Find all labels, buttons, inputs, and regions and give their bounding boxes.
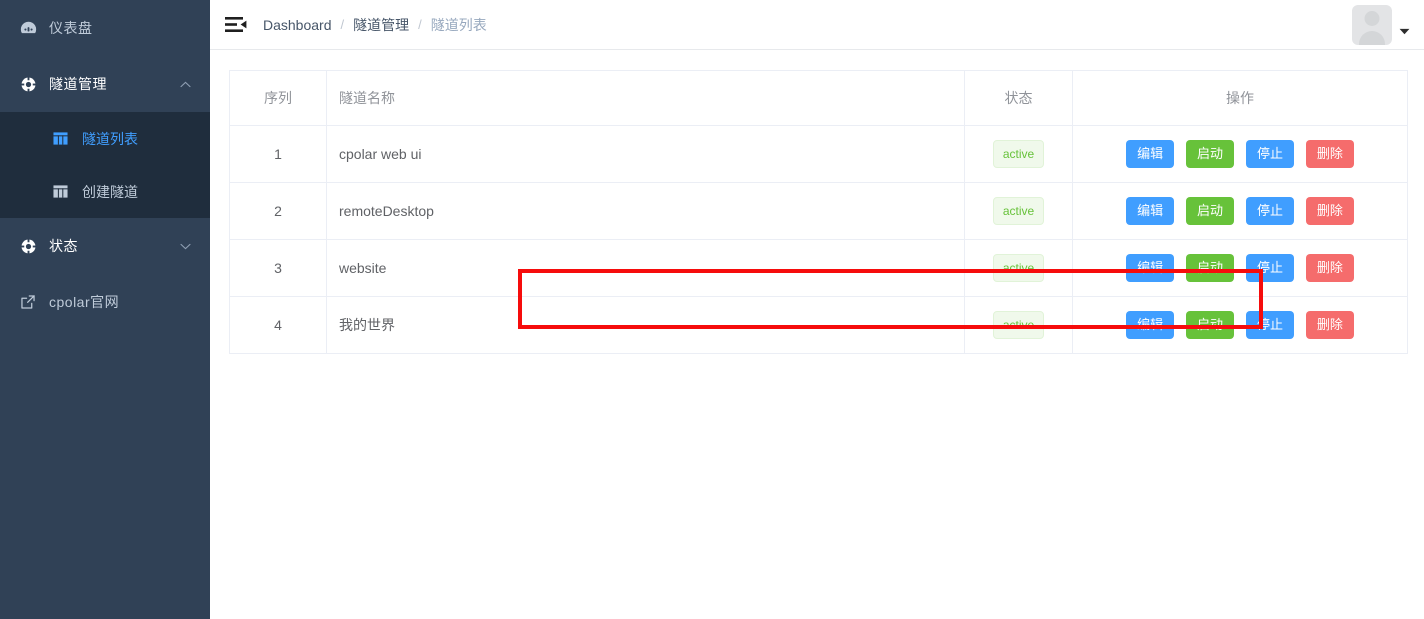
delete-button[interactable]: 删除 <box>1305 140 1354 168</box>
sidebar-item-label: cpolar官网 <box>49 294 120 310</box>
cell-status: active <box>964 125 1073 183</box>
start-button[interactable]: 启动 <box>1186 140 1235 168</box>
start-button[interactable]: 启动 <box>1186 254 1235 282</box>
sidebar: 仪表盘 隧道管理 隧道列表 创建隧道 状态 cpolar官网 <box>0 0 210 619</box>
cell-status: active <box>964 296 1073 354</box>
sidebar-item-tunnel-list[interactable]: 隧道列表 <box>0 112 210 165</box>
cell-index: 4 <box>229 296 327 354</box>
table-grid-icon <box>52 131 68 147</box>
breadcrumb-item-tunnel-manage[interactable]: 隧道管理 <box>353 15 409 35</box>
delete-button[interactable]: 删除 <box>1305 254 1354 282</box>
chevron-up-icon <box>178 81 192 88</box>
sidebar-item-label: 创建隧道 <box>82 183 138 200</box>
edit-button[interactable]: 编辑 <box>1126 311 1175 339</box>
delete-button[interactable]: 删除 <box>1305 197 1354 225</box>
status-icon <box>19 237 37 255</box>
edit-button[interactable]: 编辑 <box>1126 254 1175 282</box>
table-row[interactable]: 1 cpolar web ui active 编辑 启动 停止 删除 <box>229 125 1408 183</box>
column-header-status: 状态 <box>964 70 1073 126</box>
sidebar-item-status[interactable]: 状态 <box>0 218 210 274</box>
breadcrumb-item-tunnel-list: 隧道列表 <box>430 16 487 33</box>
column-header-index: 序列 <box>229 70 327 126</box>
cell-name: 我的世界 <box>326 296 965 354</box>
cell-status: active <box>964 239 1073 297</box>
cell-index: 1 <box>229 125 327 183</box>
sidebar-submenu-tunnel: 隧道列表 创建隧道 <box>0 112 210 218</box>
cell-name: website <box>326 239 965 297</box>
sidebar-item-dashboard[interactable]: 仪表盘 <box>0 0 210 56</box>
column-header-actions: 操作 <box>1072 70 1408 126</box>
cell-name: remoteDesktop <box>326 182 965 240</box>
cell-index: 2 <box>229 182 327 240</box>
sidebar-item-label: 隧道列表 <box>82 130 138 147</box>
avatar-body <box>1359 31 1385 45</box>
status-badge: active <box>992 140 1045 168</box>
tunnel-manage-icon <box>19 75 37 93</box>
stop-button[interactable]: 停止 <box>1245 197 1294 225</box>
breadcrumb-separator: / <box>418 17 422 32</box>
edit-button[interactable]: 编辑 <box>1126 197 1175 225</box>
avatar-head <box>1364 11 1380 26</box>
main-area: Dashboard / 隧道管理 / 隧道列表 序列 隧道名称 状态 操作 1 … <box>210 0 1424 619</box>
cell-actions: 编辑 启动 停止 删除 <box>1072 125 1408 183</box>
navbar: Dashboard / 隧道管理 / 隧道列表 <box>210 0 1424 50</box>
table-row[interactable]: 2 remoteDesktop active 编辑 启动 停止 删除 <box>229 182 1408 240</box>
cell-actions: 编辑 启动 停止 删除 <box>1072 296 1408 354</box>
sidebar-item-create-tunnel[interactable]: 创建隧道 <box>0 165 210 218</box>
app-root: 仪表盘 隧道管理 隧道列表 创建隧道 状态 cpolar官网 Dashboard… <box>0 0 1424 619</box>
dashboard-gauge-icon <box>19 19 37 37</box>
cell-name: cpolar web ui <box>326 125 965 183</box>
status-badge: active <box>992 311 1045 339</box>
stop-button[interactable]: 停止 <box>1245 140 1294 168</box>
sidebar-item-cpolar-website[interactable]: cpolar官网 <box>0 274 210 330</box>
start-button[interactable]: 启动 <box>1186 197 1235 225</box>
cell-status: active <box>964 182 1073 240</box>
chevron-down-icon[interactable] <box>1399 28 1410 37</box>
stop-button[interactable]: 停止 <box>1245 254 1294 282</box>
external-link-icon <box>19 293 37 311</box>
tunnel-table: 序列 隧道名称 状态 操作 1 cpolar web ui active 编辑 … <box>229 70 1408 354</box>
column-header-name: 隧道名称 <box>326 70 965 126</box>
sidebar-item-tunnel-manage[interactable]: 隧道管理 <box>0 56 210 112</box>
user-menu[interactable] <box>1352 0 1410 50</box>
table-row[interactable]: 3 website active 编辑 启动 停止 删除 <box>229 239 1408 297</box>
cell-actions: 编辑 启动 停止 删除 <box>1072 182 1408 240</box>
sidebar-item-label: 仪表盘 <box>49 20 93 36</box>
chevron-down-icon <box>178 243 192 250</box>
hamburger-collapse-icon[interactable] <box>225 16 247 34</box>
table-head: 序列 隧道名称 状态 操作 <box>229 70 1408 126</box>
breadcrumb-item-dashboard[interactable]: Dashboard <box>263 17 332 33</box>
content-area: 序列 隧道名称 状态 操作 1 cpolar web ui active 编辑 … <box>210 50 1424 619</box>
table-header-row: 序列 隧道名称 状态 操作 <box>229 70 1408 126</box>
sidebar-item-label: 状态 <box>49 238 78 254</box>
table-body: 1 cpolar web ui active 编辑 启动 停止 删除 2 rem… <box>229 125 1408 354</box>
delete-button[interactable]: 删除 <box>1305 311 1354 339</box>
avatar[interactable] <box>1352 5 1392 45</box>
stop-button[interactable]: 停止 <box>1245 311 1294 339</box>
cell-index: 3 <box>229 239 327 297</box>
sidebar-item-label: 隧道管理 <box>49 76 107 92</box>
breadcrumb-separator: / <box>340 17 345 32</box>
status-badge: active <box>992 254 1045 282</box>
table-grid-icon <box>52 184 68 200</box>
breadcrumb: Dashboard / 隧道管理 / 隧道列表 <box>263 15 487 35</box>
table-row[interactable]: 4 我的世界 active 编辑 启动 停止 删除 <box>229 296 1408 354</box>
edit-button[interactable]: 编辑 <box>1126 140 1175 168</box>
start-button[interactable]: 启动 <box>1186 311 1235 339</box>
cell-actions: 编辑 启动 停止 删除 <box>1072 239 1408 297</box>
status-badge: active <box>992 197 1045 225</box>
